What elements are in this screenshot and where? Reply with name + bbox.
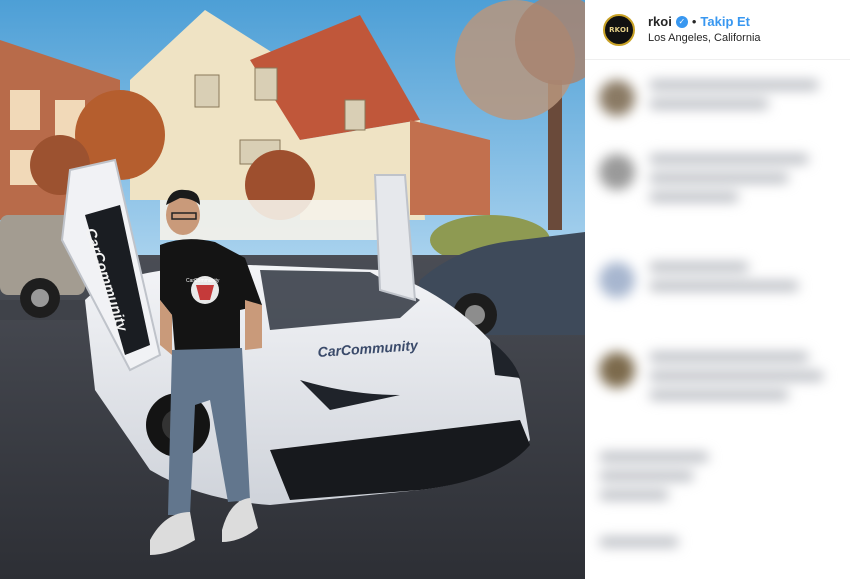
location-link[interactable]: Los Angeles, California <box>648 32 761 44</box>
comment-row <box>599 80 819 118</box>
comment-row <box>599 537 679 556</box>
post-side-panel: RKOI rkoi ✓ • Takip Et Los Angeles, Cali… <box>585 0 850 579</box>
comment-row <box>599 154 809 211</box>
user-line: rkoi ✓ • Takip Et <box>648 14 750 29</box>
comment-row <box>599 452 709 509</box>
comment-avatar <box>599 352 635 388</box>
comment-avatar <box>599 154 635 190</box>
post-header: RKOI rkoi ✓ • Takip Et Los Angeles, Cali… <box>585 0 850 60</box>
avatar-label: RKOI <box>609 26 629 34</box>
comment-row <box>599 352 824 409</box>
separator-dot: • <box>691 14 697 29</box>
post-photo[interactable]: CarCommunity CarCommunity CarCommunity <box>0 0 585 579</box>
follow-button[interactable]: Takip Et <box>700 14 750 29</box>
comment-avatar <box>599 262 635 298</box>
avatar[interactable]: RKOI <box>603 14 635 46</box>
photo-scene: CarCommunity CarCommunity CarCommunity <box>0 0 585 579</box>
comment-avatar <box>599 80 635 116</box>
username-link[interactable]: rkoi <box>648 14 672 29</box>
blurred-comments <box>585 62 850 579</box>
verified-badge-icon: ✓ <box>675 15 688 28</box>
shirt-text: CarCommunity <box>186 278 220 284</box>
comment-row <box>599 262 799 300</box>
